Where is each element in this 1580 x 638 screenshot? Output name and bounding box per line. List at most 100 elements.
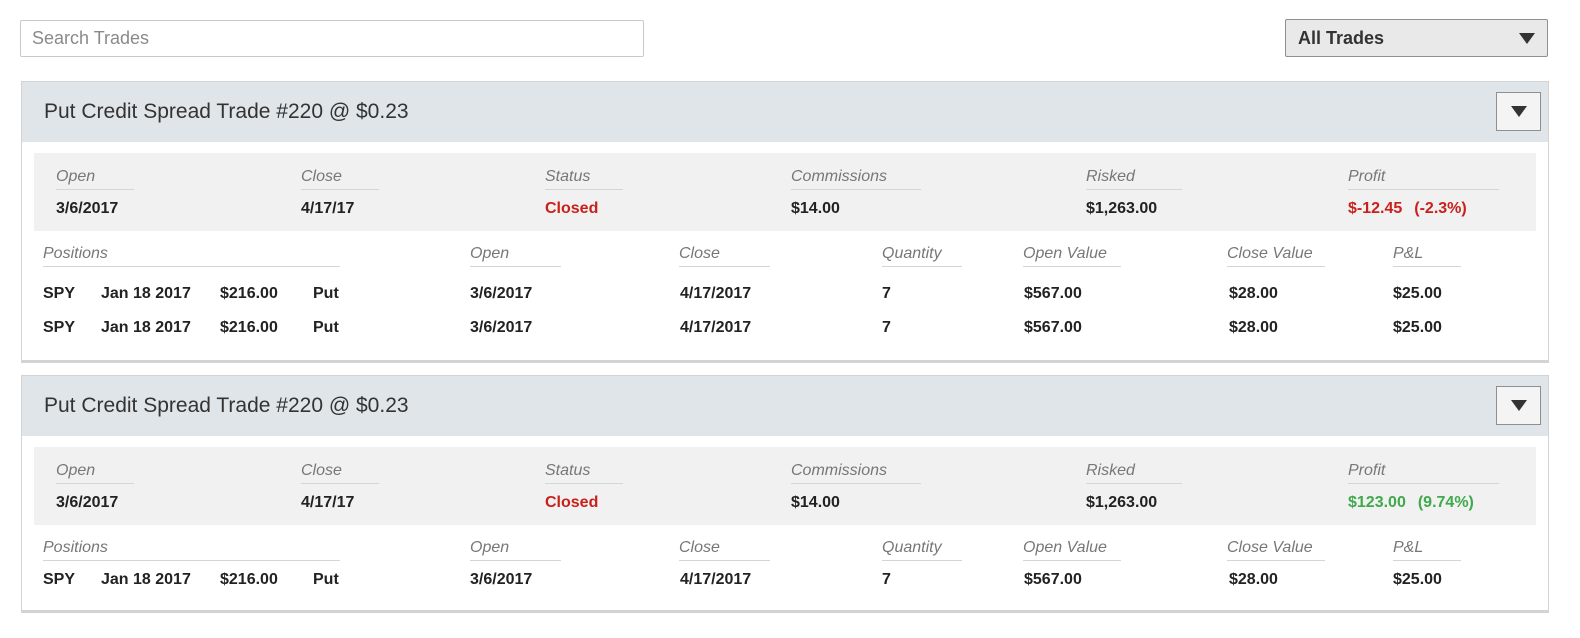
trade-filter-select[interactable]: All Trades <box>1285 19 1548 57</box>
position-expiry: Jan 18 2017 <box>101 319 191 336</box>
position-open-value: $567.00 <box>1024 285 1082 302</box>
summary-profit-label: Profit <box>1348 462 1499 484</box>
position-symbol: SPY <box>43 571 76 588</box>
summary-open: Open 3/6/2017 <box>56 168 134 218</box>
summary-profit-label: Profit <box>1348 168 1499 190</box>
search-input[interactable] <box>20 20 644 57</box>
position-expiry: Jan 18 2017 <box>101 285 191 302</box>
position-type: Put <box>313 285 339 302</box>
profit-amount: $-12.45 <box>1348 200 1403 217</box>
positions-header: Positions Open Close Quantity Open Value… <box>22 245 1548 267</box>
summary-commissions-label: Commissions <box>791 462 921 484</box>
summary-risked: Risked $1,263.00 <box>1086 168 1182 218</box>
summary-open: Open 3/6/2017 <box>56 462 134 512</box>
position-quantity: 7 <box>882 319 891 336</box>
position-type: Put <box>313 571 339 588</box>
summary-risked: Risked $1,263.00 <box>1086 462 1182 512</box>
trade-card: Put Credit Spread Trade #220 @ $0.23 Ope… <box>21 375 1549 613</box>
position-pnl: $25.00 <box>1393 285 1442 302</box>
summary-close-label: Close <box>301 462 379 484</box>
summary-risked-value: $1,263.00 <box>1086 200 1158 217</box>
summary-commissions-value: $14.00 <box>791 494 840 511</box>
profit-amount: $123.00 <box>1348 494 1406 511</box>
position-symbol: SPY <box>43 319 76 336</box>
summary-close-value: 4/17/17 <box>301 200 355 217</box>
expand-toggle-button[interactable] <box>1496 92 1541 131</box>
table-row[interactable]: SPY Jan 18 2017 $216.00 Put 3/6/2017 4/1… <box>22 285 1548 307</box>
position-open: 3/6/2017 <box>470 285 533 302</box>
position-type: Put <box>313 319 339 336</box>
summary-close-value: 4/17/17 <box>301 494 355 511</box>
triangle-down-icon <box>1519 32 1535 44</box>
position-close-value: $28.00 <box>1229 319 1278 336</box>
position-open: 3/6/2017 <box>470 319 533 336</box>
col-open-value-header: Open Value <box>1023 245 1121 267</box>
expand-toggle-button[interactable] <box>1496 386 1541 425</box>
summary-status-label: Status <box>545 462 623 484</box>
position-strike: $216.00 <box>220 285 278 302</box>
position-close-value: $28.00 <box>1229 285 1278 302</box>
summary-open-value: 3/6/2017 <box>56 494 119 511</box>
col-close-value-header: Close Value <box>1227 245 1325 267</box>
position-symbol: SPY <box>43 285 76 302</box>
positions-header-label: Positions <box>43 245 340 267</box>
position-close-value: $28.00 <box>1229 571 1278 588</box>
summary-close: Close 4/17/17 <box>301 168 379 218</box>
summary-status: Status Closed <box>545 168 623 218</box>
summary-risked-label: Risked <box>1086 168 1182 190</box>
positions-header: Positions Open Close Quantity Open Value… <box>22 539 1548 561</box>
col-quantity-header: Quantity <box>882 245 962 267</box>
summary-status-label: Status <box>545 168 623 190</box>
summary-profit-value: $123.00 (9.74%) <box>1348 494 1499 512</box>
position-open-value: $567.00 <box>1024 319 1082 336</box>
col-open-value-header: Open Value <box>1023 539 1121 561</box>
profit-percent: (9.74%) <box>1417 494 1474 511</box>
positions-header-label: Positions <box>43 539 340 561</box>
position-open: 3/6/2017 <box>470 571 533 588</box>
summary-profit-value: $-12.45 (-2.3%) <box>1348 200 1499 218</box>
trade-title: Put Credit Spread Trade #220 @ $0.23 <box>44 100 409 123</box>
table-row[interactable]: SPY Jan 18 2017 $216.00 Put 3/6/2017 4/1… <box>22 571 1548 593</box>
col-close-value-header: Close Value <box>1227 539 1325 561</box>
position-strike: $216.00 <box>220 571 278 588</box>
position-close: 4/17/2017 <box>680 285 752 302</box>
col-quantity-header: Quantity <box>882 539 962 561</box>
status-badge: Closed <box>545 494 599 511</box>
position-close: 4/17/2017 <box>680 571 752 588</box>
trade-summary: Open 3/6/2017 Close 4/17/17 Status Close… <box>34 447 1536 525</box>
summary-risked-label: Risked <box>1086 462 1182 484</box>
position-open-value: $567.00 <box>1024 571 1082 588</box>
summary-profit: Profit $123.00 (9.74%) <box>1348 462 1499 512</box>
summary-close-label: Close <box>301 168 379 190</box>
col-pnl-header: P&L <box>1393 539 1461 561</box>
table-row[interactable]: SPY Jan 18 2017 $216.00 Put 3/6/2017 4/1… <box>22 319 1548 341</box>
trade-title: Put Credit Spread Trade #220 @ $0.23 <box>44 394 409 417</box>
positions-table: Positions Open Close Quantity Open Value… <box>22 525 1548 609</box>
summary-commissions-label: Commissions <box>791 168 921 190</box>
summary-status: Status Closed <box>545 462 623 512</box>
summary-profit: Profit $-12.45 (-2.3%) <box>1348 168 1499 218</box>
summary-close: Close 4/17/17 <box>301 462 379 512</box>
summary-open-label: Open <box>56 168 134 190</box>
trade-filter-selected: All Trades <box>1298 27 1385 48</box>
status-badge: Closed <box>545 200 599 217</box>
triangle-down-icon <box>1510 106 1527 117</box>
col-pnl-header: P&L <box>1393 245 1461 267</box>
trade-summary: Open 3/6/2017 Close 4/17/17 Status Close… <box>34 153 1536 231</box>
col-open-header: Open <box>470 245 561 267</box>
summary-commissions: Commissions $14.00 <box>791 462 921 512</box>
position-pnl: $25.00 <box>1393 571 1442 588</box>
position-pnl: $25.00 <box>1393 319 1442 336</box>
col-close-header: Close <box>679 245 770 267</box>
trade-card-header[interactable]: Put Credit Spread Trade #220 @ $0.23 <box>22 376 1548 436</box>
summary-commissions-value: $14.00 <box>791 200 840 217</box>
col-close-header: Close <box>679 539 770 561</box>
summary-risked-value: $1,263.00 <box>1086 494 1158 511</box>
profit-percent: (-2.3%) <box>1414 200 1467 217</box>
summary-open-value: 3/6/2017 <box>56 200 119 217</box>
trade-card-header[interactable]: Put Credit Spread Trade #220 @ $0.23 <box>22 82 1548 142</box>
trade-card: Put Credit Spread Trade #220 @ $0.23 Ope… <box>21 81 1549 363</box>
positions-table: Positions Open Close Quantity Open Value… <box>22 231 1548 361</box>
triangle-down-icon <box>1510 400 1527 411</box>
position-quantity: 7 <box>882 571 891 588</box>
